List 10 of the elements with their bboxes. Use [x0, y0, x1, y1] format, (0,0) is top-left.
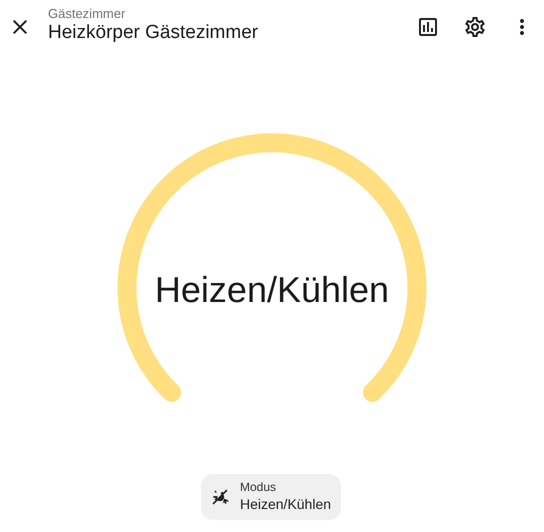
dial-label: Heizen/Kühlen	[154, 270, 390, 310]
more-icon	[520, 19, 524, 35]
chart-icon	[416, 15, 440, 39]
mode-chip[interactable]: Modus Heizen/Kühlen	[200, 474, 342, 520]
history-button[interactable]	[416, 15, 440, 39]
heat-cool-icon	[210, 487, 230, 507]
header-title: Heizkörper Gästezimmer	[48, 21, 260, 44]
settings-button[interactable]	[463, 15, 487, 39]
header-subtitle: Gästezimmer	[48, 6, 126, 21]
settings-icon	[463, 15, 487, 39]
